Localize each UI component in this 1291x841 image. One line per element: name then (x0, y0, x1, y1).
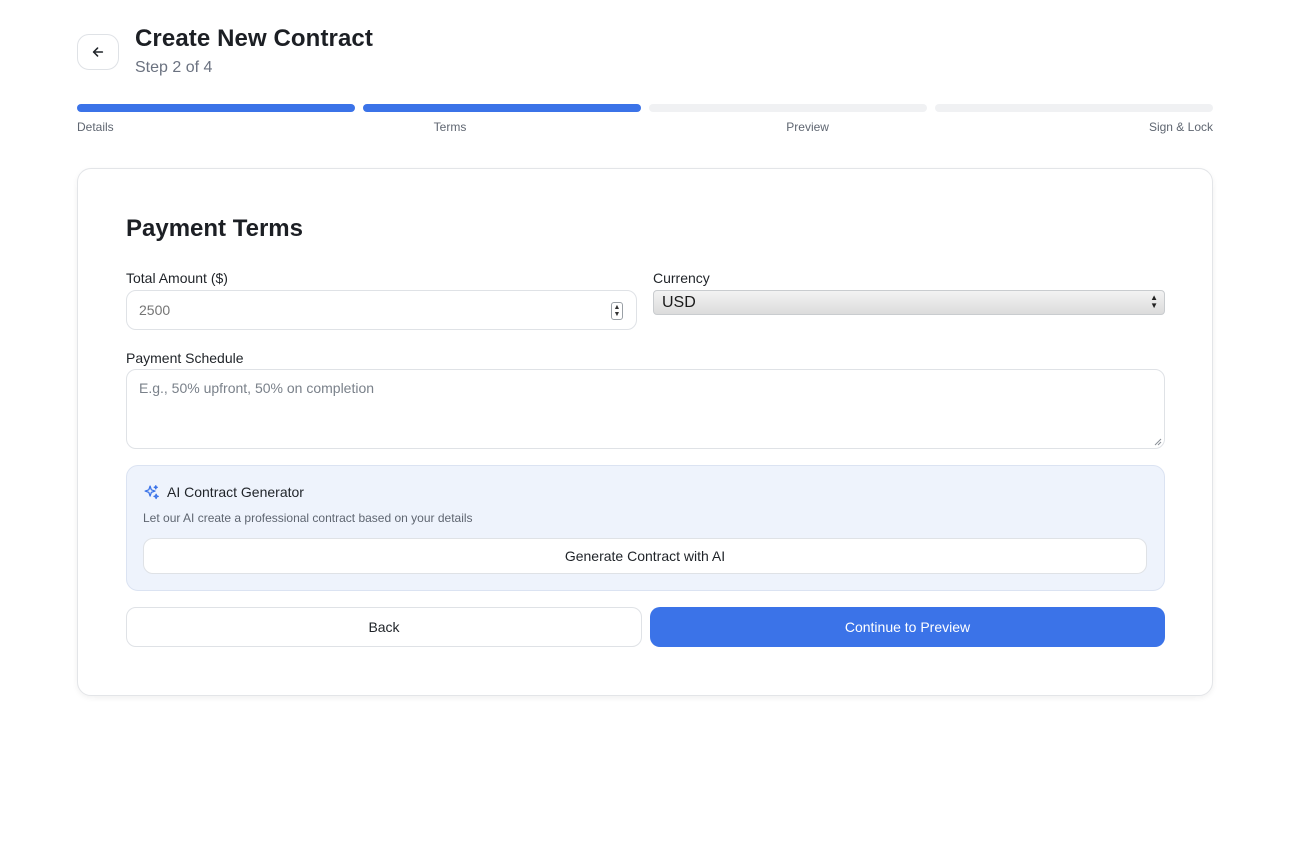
ai-generator-title: AI Contract Generator (167, 484, 304, 500)
amount-stepper[interactable]: ▲ ▼ (611, 302, 623, 320)
step-label-terms: Terms (433, 120, 467, 134)
ai-generator-description: Let our AI create a professional contrac… (143, 511, 473, 525)
progress-segment-details (77, 104, 355, 112)
currency-select[interactable]: USD ▲ ▼ (653, 290, 1165, 315)
ai-generator-panel: AI Contract Generator Let our AI create … (126, 465, 1165, 591)
step-label-preview: Preview (786, 120, 829, 134)
back-arrow-button[interactable] (77, 34, 119, 70)
progress-bar (77, 104, 1213, 112)
payment-terms-card: Payment Terms Total Amount ($) ▲ ▼ Curre… (77, 168, 1213, 696)
total-amount-label: Total Amount ($) (126, 270, 228, 286)
payment-schedule-textarea[interactable] (127, 370, 1164, 448)
step-indicator: Step 2 of 4 (135, 59, 213, 76)
currency-selected-value: USD (662, 293, 696, 311)
currency-label: Currency (653, 270, 710, 286)
arrow-left-icon (92, 47, 104, 57)
section-title: Payment Terms (126, 215, 303, 242)
create-contract-page: Create New Contract Step 2 of 4 Details … (0, 0, 1291, 841)
resize-handle-icon[interactable] (1154, 438, 1162, 446)
continue-to-preview-button[interactable]: Continue to Preview (650, 607, 1165, 647)
progress-segment-preview (649, 104, 927, 112)
step-label-sign-lock: Sign & Lock (1148, 120, 1213, 134)
stepper-up-icon: ▲ (613, 304, 621, 311)
select-arrows-icon: ▲ ▼ (1150, 293, 1158, 310)
step-labels: Details Terms Preview Sign & Lock (77, 120, 1213, 134)
progress-segment-terms (363, 104, 641, 112)
payment-schedule-field (126, 369, 1165, 449)
back-button[interactable]: Back (126, 607, 642, 647)
generate-contract-button[interactable]: Generate Contract with AI (143, 538, 1147, 574)
step-label-details: Details (77, 120, 114, 134)
sparkles-icon (144, 485, 159, 500)
page-title: Create New Contract (135, 25, 373, 52)
progress-segment-sign-lock (935, 104, 1213, 112)
total-amount-input[interactable] (127, 291, 636, 329)
stepper-down-icon: ▼ (613, 311, 621, 318)
payment-schedule-label: Payment Schedule (126, 350, 244, 366)
total-amount-field: ▲ ▼ (126, 290, 637, 330)
